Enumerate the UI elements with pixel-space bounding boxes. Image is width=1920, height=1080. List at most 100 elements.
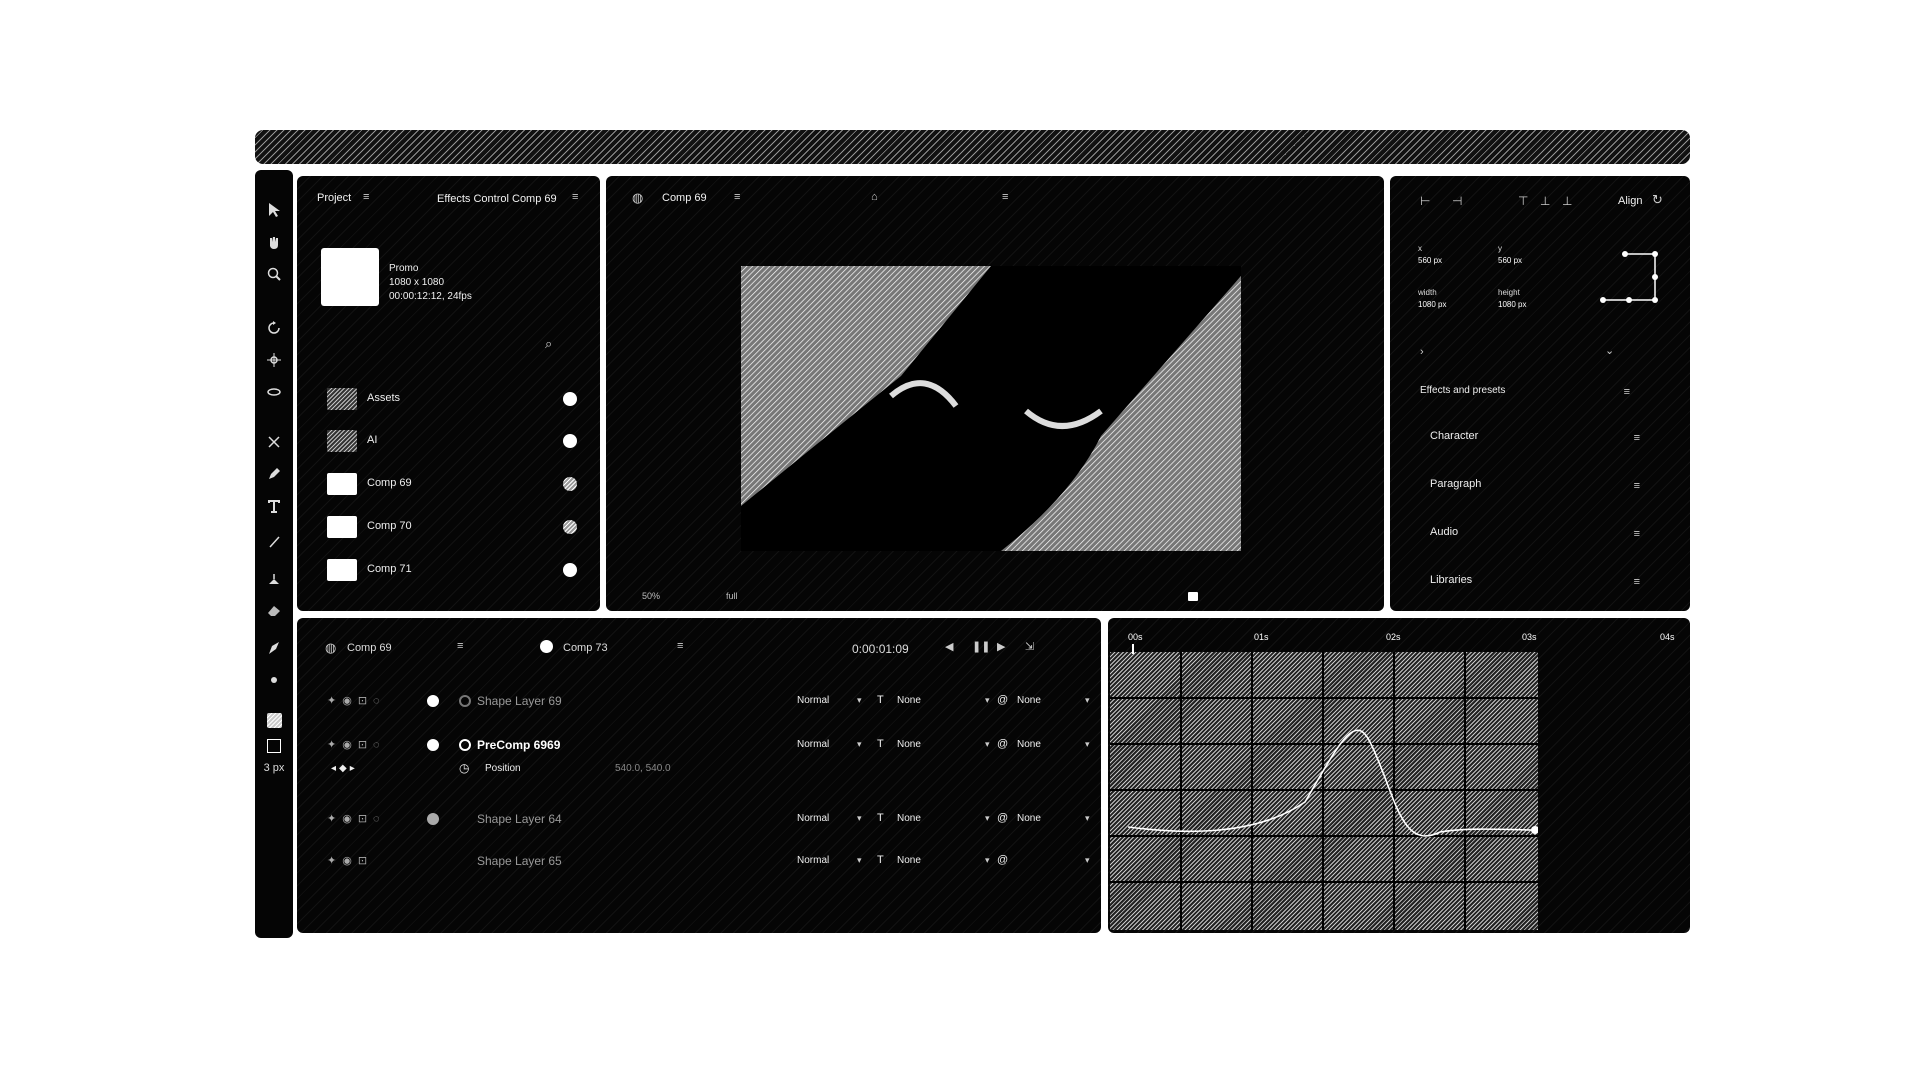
- chevron-down-icon[interactable]: ▾: [857, 695, 862, 706]
- chevron-down-icon[interactable]: ▾: [985, 695, 990, 706]
- eraser-icon[interactable]: [264, 600, 284, 620]
- tab-comp-73[interactable]: Comp 73: [563, 642, 608, 654]
- layer-name[interactable]: PreComp 6969: [477, 738, 560, 752]
- width-value[interactable]: 1080 px: [1418, 300, 1446, 309]
- panel-menu-icon[interactable]: ≡: [1002, 191, 1008, 203]
- tab-comp-69[interactable]: Comp 69: [347, 642, 392, 654]
- playhead-marker[interactable]: [1132, 644, 1134, 654]
- x-value[interactable]: 560 px: [1418, 256, 1442, 265]
- keyframe-nav-icon[interactable]: ◂◆▸: [331, 763, 358, 774]
- tab-menu-icon[interactable]: ≡: [457, 640, 463, 652]
- project-item-comp-70[interactable]: Comp 70: [327, 514, 577, 540]
- menu-icon[interactable]: ≡: [1634, 480, 1640, 492]
- tab-menu-icon[interactable]: ≡: [677, 640, 683, 652]
- layer-name[interactable]: Shape Layer 69: [477, 694, 562, 708]
- tab-menu-icon[interactable]: ≡: [734, 191, 740, 203]
- parent-pick-icon[interactable]: @: [997, 812, 1008, 824]
- project-item-comp-69[interactable]: Comp 69: [327, 471, 577, 497]
- chevron-icon[interactable]: ›: [1420, 346, 1424, 358]
- speed-curve[interactable]: [1127, 729, 1536, 837]
- prev-frame-icon[interactable]: ◀: [945, 640, 953, 653]
- rotate-icon[interactable]: [264, 318, 284, 338]
- chevron-down-icon[interactable]: ▾: [1085, 855, 1090, 866]
- chevron-down-icon[interactable]: ▾: [857, 813, 862, 824]
- track-matte-select[interactable]: None: [897, 855, 921, 866]
- chevron-down-icon[interactable]: ▾: [1085, 813, 1090, 824]
- orbit-icon[interactable]: [264, 382, 284, 402]
- menu-icon[interactable]: ≡: [1634, 432, 1640, 444]
- tab-project[interactable]: Project: [317, 192, 351, 204]
- stroke-color-icon[interactable]: [264, 736, 284, 756]
- comp-canvas[interactable]: [741, 266, 1241, 551]
- timecode-display[interactable]: 0:00:01:09: [852, 642, 909, 656]
- project-item-assets[interactable]: Assets: [327, 386, 577, 412]
- label-color-dot[interactable]: [563, 477, 577, 491]
- label-color-dot[interactable]: [563, 520, 577, 534]
- align-center-v-icon[interactable]: ⊥: [1540, 194, 1550, 208]
- search-icon[interactable]: ⌕: [545, 336, 552, 352]
- blend-mode-select[interactable]: Normal: [797, 695, 829, 706]
- align-left-icon[interactable]: ⊢: [1420, 194, 1430, 208]
- y-value[interactable]: 560 px: [1498, 256, 1522, 265]
- camera-icon[interactable]: [264, 350, 284, 370]
- zoom-icon[interactable]: [264, 264, 284, 284]
- section-effects-and-presets[interactable]: Effects and presets ≡: [1420, 384, 1630, 406]
- selection-icon[interactable]: [264, 200, 284, 220]
- clone-icon[interactable]: [264, 570, 284, 590]
- section-audio[interactable]: Audio ≡: [1430, 526, 1640, 548]
- solo-dot-icon[interactable]: [427, 813, 439, 825]
- resolution-select[interactable]: full: [726, 591, 738, 601]
- next-frame-icon[interactable]: ▶: [997, 640, 1005, 653]
- solo-dot-icon[interactable]: [427, 695, 439, 707]
- parent-select[interactable]: None: [1017, 739, 1041, 750]
- layer-switches[interactable]: ✦◉⊡◌: [327, 738, 386, 751]
- parent-pick-icon[interactable]: @: [997, 854, 1008, 866]
- section-character[interactable]: Character ≡: [1430, 430, 1640, 452]
- track-matte-select[interactable]: None: [897, 739, 921, 750]
- solo-dot-icon[interactable]: [427, 739, 439, 751]
- export-icon[interactable]: ⇲: [1025, 640, 1034, 653]
- align-bottom-icon[interactable]: ⊥: [1562, 194, 1572, 208]
- pause-icon[interactable]: ❚❚: [972, 640, 990, 653]
- menu-icon[interactable]: ≡: [1624, 386, 1630, 398]
- hand-icon[interactable]: [264, 232, 284, 252]
- refresh-icon[interactable]: ↻: [1652, 192, 1663, 208]
- layer-row[interactable]: ✦◉⊡◌ PreComp 6969 Normal ▾ T None ▾ @ No…: [327, 734, 1090, 758]
- project-item-ai[interactable]: AI: [327, 428, 577, 454]
- keyframe-handle[interactable]: [1531, 826, 1539, 834]
- brush-icon[interactable]: [264, 532, 284, 552]
- chevron-down-icon[interactable]: ▾: [985, 855, 990, 866]
- chevron-down-icon[interactable]: ▾: [985, 739, 990, 750]
- chevron-down-icon[interactable]: ▾: [985, 813, 990, 824]
- section-paragraph[interactable]: Paragraph ≡: [1430, 478, 1640, 500]
- text-icon[interactable]: [264, 496, 284, 516]
- layer-row[interactable]: ✦◉⊡ Shape Layer 65 Normal ▾ T None ▾ @ ▾: [327, 850, 1090, 874]
- track-matte-select[interactable]: None: [897, 813, 921, 824]
- label-color-dot[interactable]: [563, 392, 577, 406]
- blend-mode-select[interactable]: Normal: [797, 855, 829, 866]
- zoom-select[interactable]: 50%: [642, 591, 660, 601]
- parent-select[interactable]: None: [1017, 695, 1041, 706]
- chevron-down-icon[interactable]: ▾: [857, 739, 862, 750]
- parent-pick-icon[interactable]: @: [997, 738, 1008, 750]
- stopwatch-icon[interactable]: ◷: [459, 761, 469, 775]
- project-item-comp-71[interactable]: Comp 71: [327, 557, 577, 583]
- layer-name[interactable]: Shape Layer 65: [477, 854, 562, 868]
- puppet-icon[interactable]: [264, 670, 284, 690]
- value-graph[interactable]: [1110, 652, 1539, 930]
- roto-icon[interactable]: [264, 638, 284, 658]
- parent-select[interactable]: None: [1017, 813, 1041, 824]
- menu-icon[interactable]: ≡: [363, 191, 369, 203]
- section-libraries[interactable]: Libraries ≡: [1430, 574, 1640, 596]
- layer-switches[interactable]: ✦◉⊡◌: [327, 812, 386, 825]
- layer-row[interactable]: ✦◉⊡◌ Shape Layer 69 Normal ▾ T None ▾ @ …: [327, 690, 1090, 714]
- layer-row[interactable]: ✦◉⊡◌ Shape Layer 64 Normal ▾ T None ▾ @ …: [327, 808, 1090, 832]
- align-top-icon[interactable]: ⊤: [1518, 194, 1528, 208]
- fill-color-icon[interactable]: [264, 710, 284, 730]
- track-matte-select[interactable]: None: [897, 695, 921, 706]
- menu-icon[interactable]: ≡: [1634, 576, 1640, 588]
- layer-switches[interactable]: ✦◉⊡: [327, 854, 373, 867]
- blend-mode-select[interactable]: Normal: [797, 813, 829, 824]
- anchor-point-widget[interactable]: [1595, 246, 1665, 306]
- height-value[interactable]: 1080 px: [1498, 300, 1526, 309]
